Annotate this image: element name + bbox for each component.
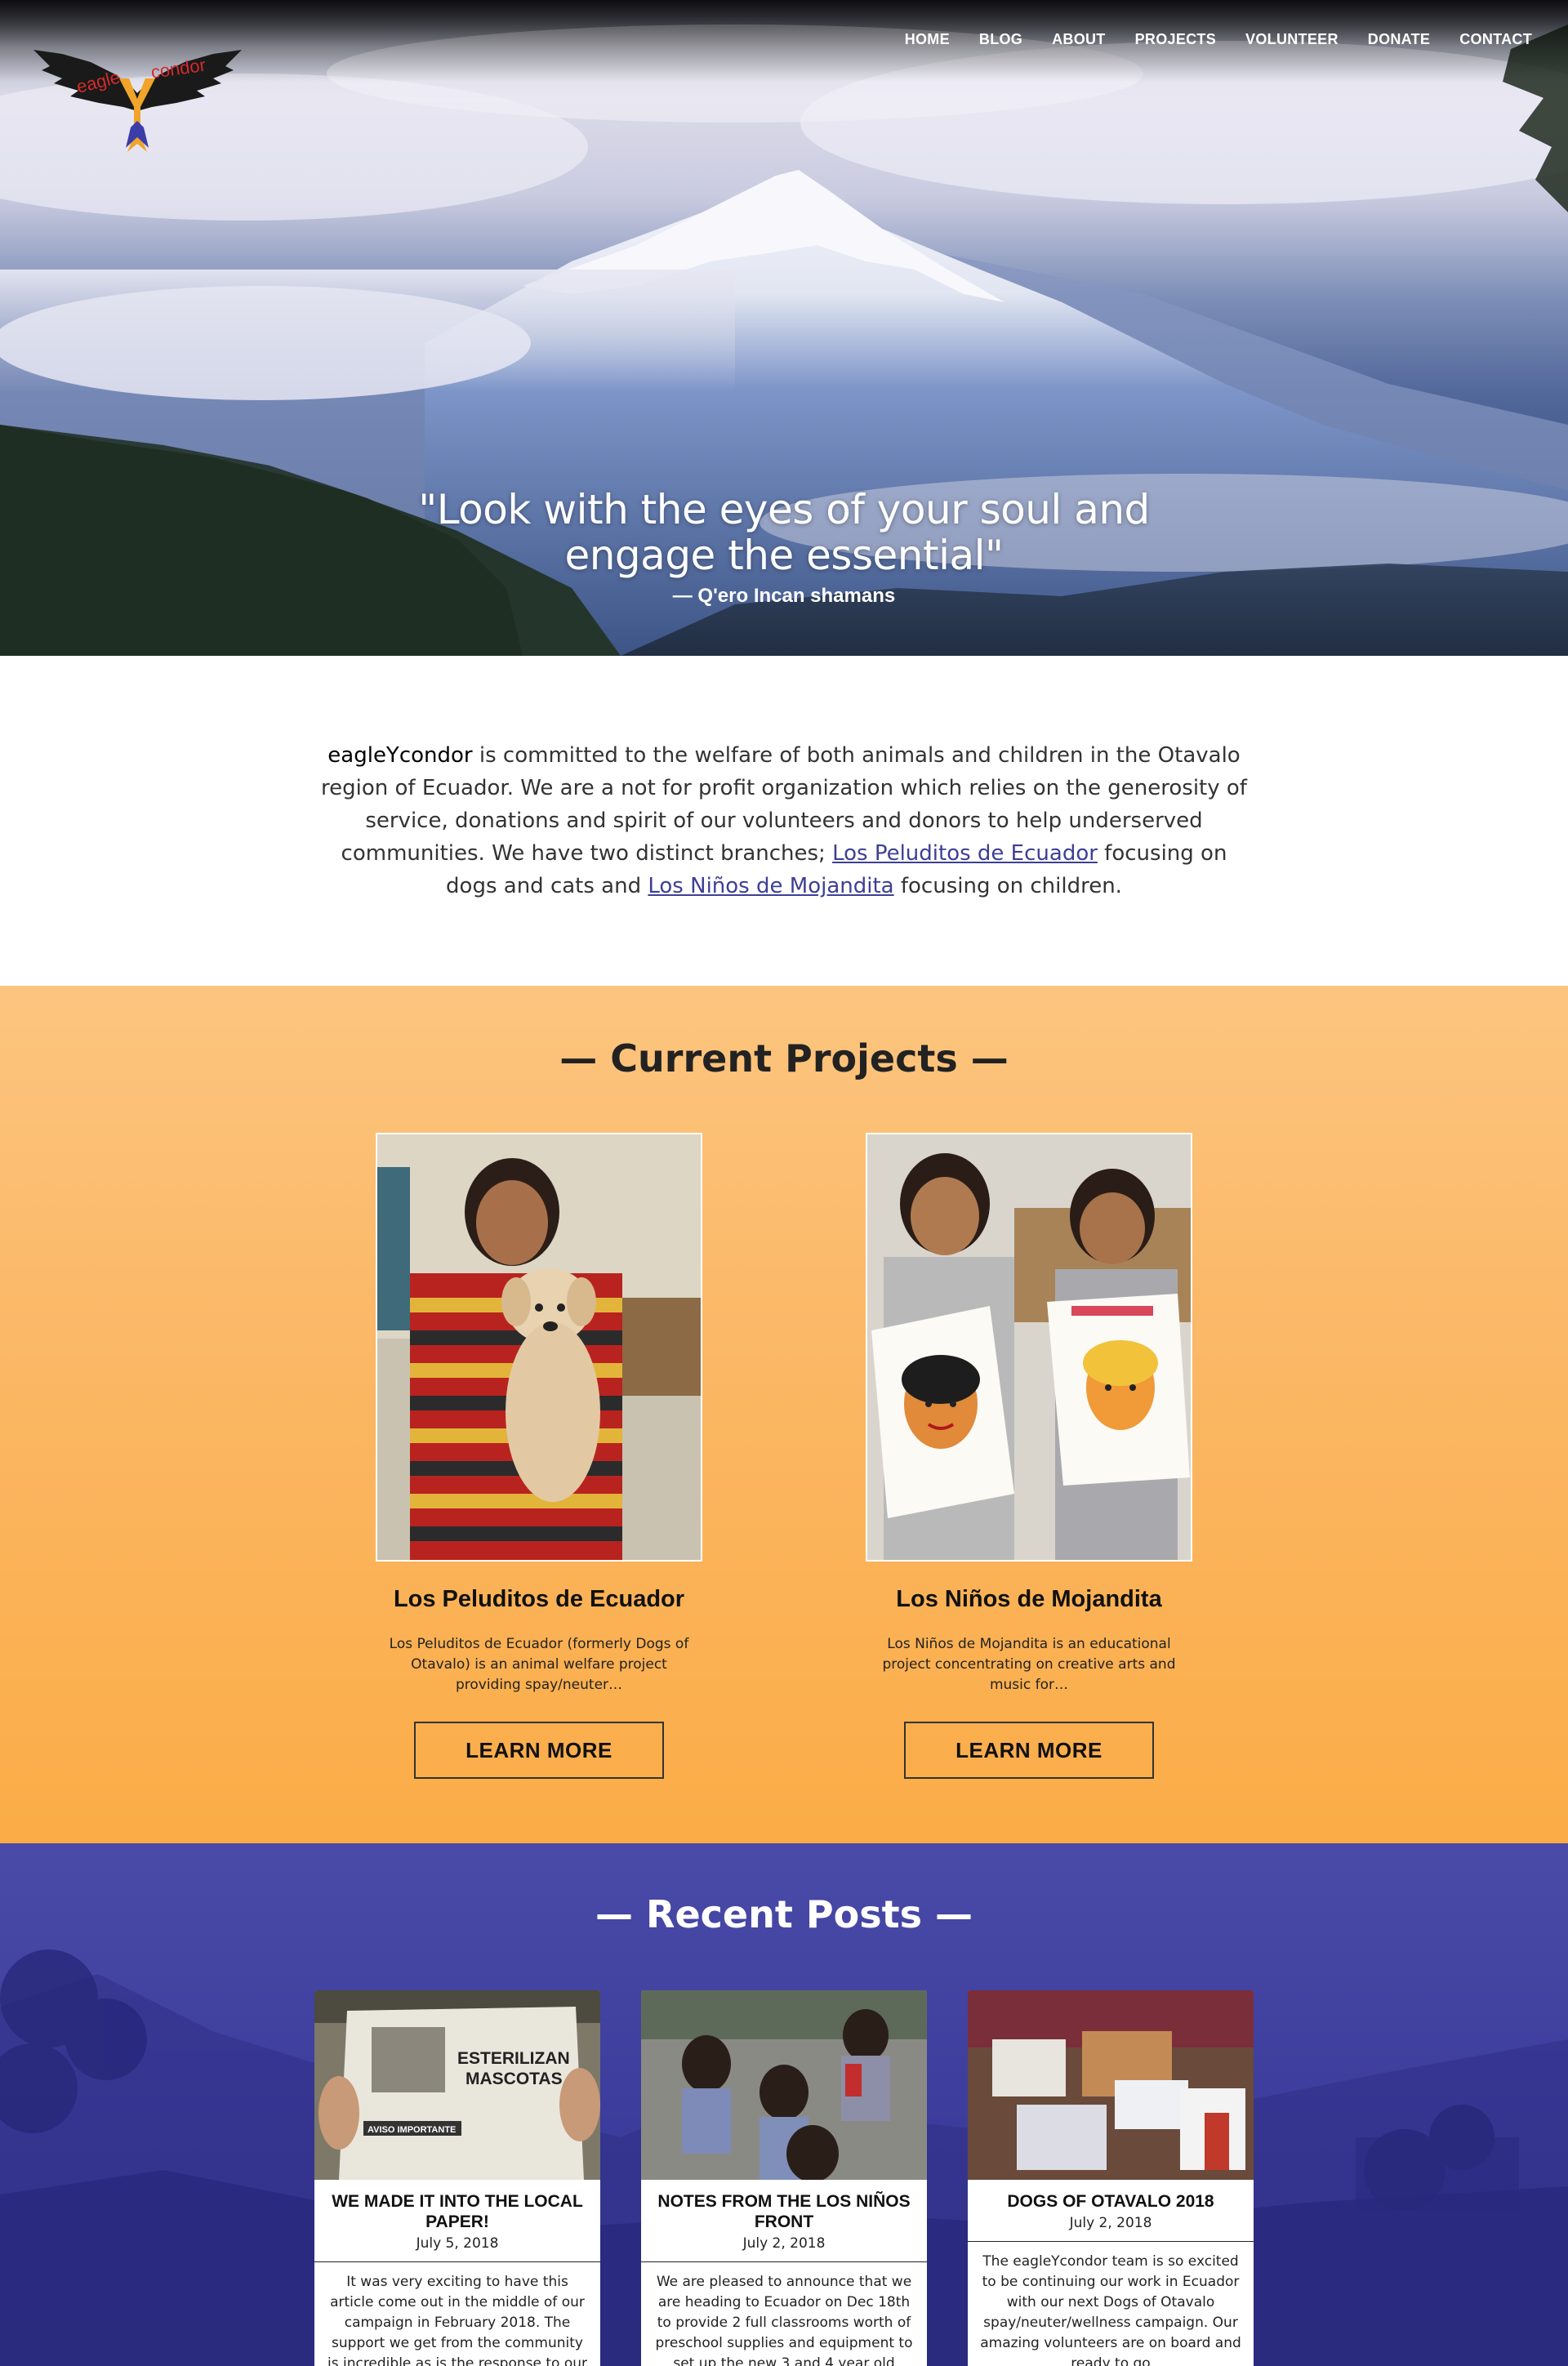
post-date-los-ninos: July 2, 2018 [742,2235,826,2252]
quote-line-1: "Look with the eyes of your soul and [418,486,1150,533]
hero-quote: "Look with the eyes of your soul and eng… [0,487,1568,608]
project-description-peluditos: Los Peluditos de Ecuador (formerly Dogs … [389,1636,689,1693]
link-los-ninos[interactable]: Los Niños de Mojandita [648,874,893,898]
newspaper-headline-2: MASCOTAS [466,2070,563,2088]
recent-posts-title: — Recent Posts — [595,1892,973,1936]
project-photo-girl-with-puppy[interactable] [376,1133,702,1562]
project-card-peluditos: Los Peluditos de Ecuador Los Peluditos d… [376,1133,702,1779]
children-drawings-image [867,1134,1191,1560]
quote-line-2: engage the essential" [564,532,1004,579]
project-description-ninos: Los Niños de Mojandita is an educational… [882,1636,1176,1693]
quote-attribution: — Q'ero Incan shamans [672,585,896,607]
post-thumb-supplies [968,1990,1254,2180]
nav-projects[interactable]: PROJECTS [1135,31,1216,48]
project-name-ninos: Los Niños de Mojandita [896,1586,1162,1612]
post-excerpt-local-paper: It was very exciting to have this articl… [327,2274,587,2366]
post-date-local-paper: July 5, 2018 [416,2235,499,2252]
intro-text: eagleYcondor is committed to the welfare… [318,739,1250,902]
learn-more-button-peluditos[interactable]: LEARN MORE [414,1722,664,1779]
intro-brand: eagleYcondor [327,743,473,768]
newspaper-notice: AVISO IMPORTANTE [368,2125,456,2135]
nav-about[interactable]: ABOUT [1052,31,1106,48]
post-thumb-children [641,1990,927,2180]
newspaper-headline-1: ESTERILIZAN [457,2049,570,2068]
post-excerpt-dogs-of-otavalo: The eagleYcondor team is so excited to b… [980,2253,1241,2366]
supplies-image [968,1990,1254,2180]
hero-banner: eagle condor HOME BLOG ABOUT PROJECTS VO… [0,0,1568,656]
post-date-dogs-of-otavalo: July 2, 2018 [1069,2215,1152,2231]
post-title-los-ninos[interactable]: NOTES FROM THE LOS NIÑOS FRONT [641,2180,927,2232]
project-name-peluditos: Los Peluditos de Ecuador [393,1586,685,1612]
nav-donate[interactable]: DONATE [1368,31,1430,48]
post-card-local-paper[interactable]: ESTERILIZAN MASCOTAS AVISO IMPORTANTE WE… [314,1990,600,2366]
main-nav: HOME BLOG ABOUT PROJECTS VOLUNTEER DONAT… [905,31,1532,48]
post-title-dogs-of-otavalo[interactable]: DOGS OF OTAVALO 2018 [968,2180,1254,2212]
intro-text-3: focusing on children. [893,874,1122,898]
post-title-local-paper[interactable]: WE MADE IT INTO THE LOCAL PAPER! [314,2180,600,2232]
children-image [641,1990,927,2180]
newspaper-image: ESTERILIZAN MASCOTAS AVISO IMPORTANTE [314,1990,600,2180]
link-los-peluditos[interactable]: Los Peluditos de Ecuador [832,841,1098,866]
nav-blog[interactable]: BLOG [979,31,1022,48]
post-card-dogs-of-otavalo[interactable]: DOGS OF OTAVALO 2018 July 2, 2018 The ea… [968,1990,1254,2366]
nav-contact[interactable]: CONTACT [1459,31,1532,48]
eagle-condor-logo[interactable]: eagle condor [29,29,246,160]
post-excerpt-los-ninos: We are pleased to announce that we are h… [655,2274,913,2366]
nav-home[interactable]: HOME [905,31,950,48]
recent-posts-section: — Recent Posts — ESTERILIZAN MASCOTAS AV… [0,1843,1568,2366]
current-projects-title: — Current Projects — [559,1036,1009,1081]
post-thumb-newspaper: ESTERILIZAN MASCOTAS AVISO IMPORTANTE [314,1990,600,2180]
post-card-los-ninos[interactable]: NOTES FROM THE LOS NIÑOS FRONT July 2, 2… [641,1990,927,2366]
project-photo-children-drawings[interactable] [866,1133,1192,1562]
current-projects-section: — Current Projects — Los Peluditos de Ec… [0,986,1568,1843]
nav-volunteer[interactable]: VOLUNTEER [1245,31,1339,48]
learn-more-button-ninos[interactable]: LEARN MORE [904,1722,1154,1779]
project-card-ninos: Los Niños de Mojandita Los Niños de Moja… [866,1133,1192,1779]
girl-puppy-image [377,1134,701,1560]
